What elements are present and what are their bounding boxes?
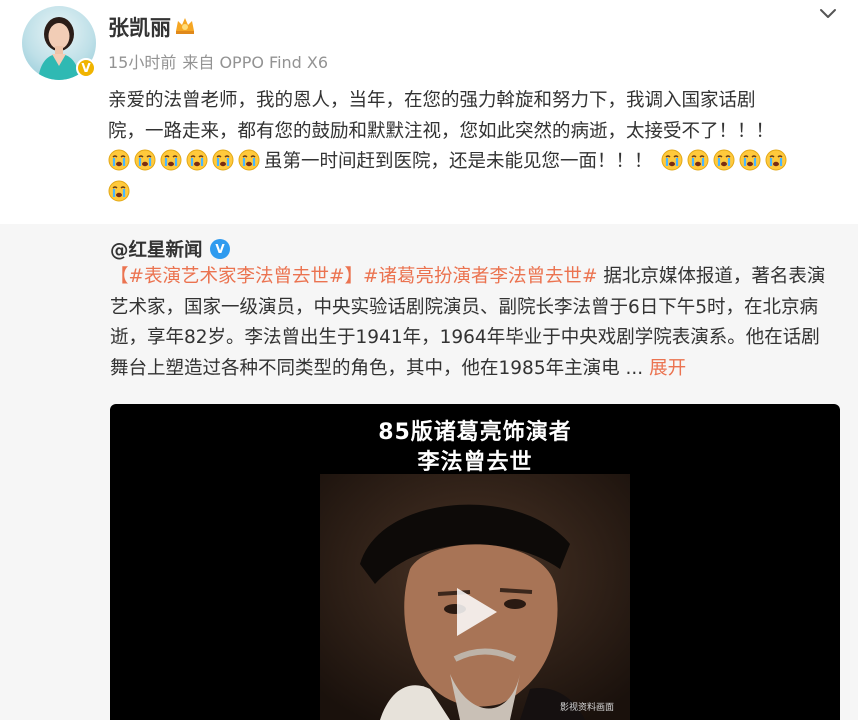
crying-emoji — [108, 180, 130, 201]
post-text-line: 亲爱的法曾老师，我的恩人，当年，在您的强力斡旋和努力下，我调入国家话剧 — [108, 90, 756, 111]
crying-emoji — [713, 149, 735, 171]
ellipsis: ... — [625, 357, 644, 379]
emoji-group — [661, 149, 791, 172]
post-text: 亲爱的法曾老师，我的恩人，当年，在您的强力斡旋和努力下，我调入国家话剧 院，一路… — [108, 86, 838, 208]
post-text-segment: 虽第一时间赶到医院，还是未能见您一面！！！ — [264, 151, 653, 172]
post-time[interactable]: 15小时前 — [108, 53, 176, 72]
crying-emoji — [661, 149, 683, 171]
crying-emoji — [739, 149, 761, 171]
repost-author[interactable]: @红星新闻 — [110, 236, 203, 262]
chevron-down-icon[interactable] — [816, 4, 840, 24]
post-text-line: 院，一路走来，都有您的鼓励和默默注视，您如此突然的病逝，太接受不了！！！ — [108, 120, 775, 142]
video-title-line: 李法曾去世 — [417, 450, 533, 475]
emoji-group — [108, 149, 264, 172]
crying-emoji — [238, 149, 260, 171]
topic-link[interactable]: 【#表演艺术家李法曾去世#】 — [110, 266, 363, 287]
repost-text-segment: 据北京媒体报道，著名表演 — [603, 266, 826, 287]
topic-link[interactable]: #诸葛亮扮演者李法曾去世# — [363, 266, 598, 287]
video-player[interactable]: 85版诸葛亮饰演者 李法曾去世 影视资料画面 — [110, 404, 840, 720]
crying-emoji — [108, 149, 130, 171]
expand-link[interactable]: 展开 — [649, 358, 686, 379]
verified-blue-icon: V — [210, 239, 230, 259]
verified-gold-icon: V — [76, 58, 96, 78]
play-icon[interactable] — [453, 584, 501, 640]
video-caption: 影视资料画面 — [560, 703, 615, 713]
post-text-line: 虽第一时间赶到医院，还是未能见您一面！！！ — [108, 147, 838, 178]
crying-emoji — [765, 149, 787, 171]
video-title-line: 85版诸葛亮饰演者 — [378, 420, 572, 445]
repost-text-line: 艺术家，国家一级演员，中央实验话剧院演员、副院长李法曾于6日下午5时，在北京病 — [110, 296, 819, 318]
repost-text-line: 舞台上塑造过各种不同类型的角色，其中，他在1985年主演电 ... 展开 — [110, 354, 840, 385]
crown-icon — [176, 18, 194, 34]
post-meta: 15小时前 来自 OPPO Find X6 — [108, 49, 328, 73]
crying-emoji — [687, 149, 709, 171]
repost-card[interactable]: @红星新闻 V 【#表演艺术家李法曾去世#】#诸葛亮扮演者李法曾去世# 据北京媒… — [0, 224, 858, 720]
emoji-group — [108, 178, 838, 209]
post-source: 来自 OPPO Find X6 — [182, 53, 329, 72]
repost-text-line: 逝，享年82岁。李法曾出生于1941年，1964年毕业于中央戏剧学院表演系。他在… — [110, 327, 820, 348]
weibo-post: V 张凯丽 15小时前 来自 OPPO Find X6 亲爱的法曾老师，我的恩人，… — [0, 0, 858, 720]
crying-emoji — [186, 149, 208, 171]
repost-text-line: 【#表演艺术家李法曾去世#】#诸葛亮扮演者李法曾去世# 据北京媒体报道，著名表演 — [110, 262, 840, 293]
author-name[interactable]: 张凯丽 — [108, 12, 171, 42]
crying-emoji — [160, 149, 182, 171]
crying-emoji — [212, 149, 234, 171]
repost-text: 【#表演艺术家李法曾去世#】#诸葛亮扮演者李法曾去世# 据北京媒体报道，著名表演… — [110, 262, 840, 384]
crying-emoji — [134, 149, 156, 171]
repost-text-segment: 舞台上塑造过各种不同类型的角色，其中，他在1985年主演电 — [110, 357, 620, 379]
